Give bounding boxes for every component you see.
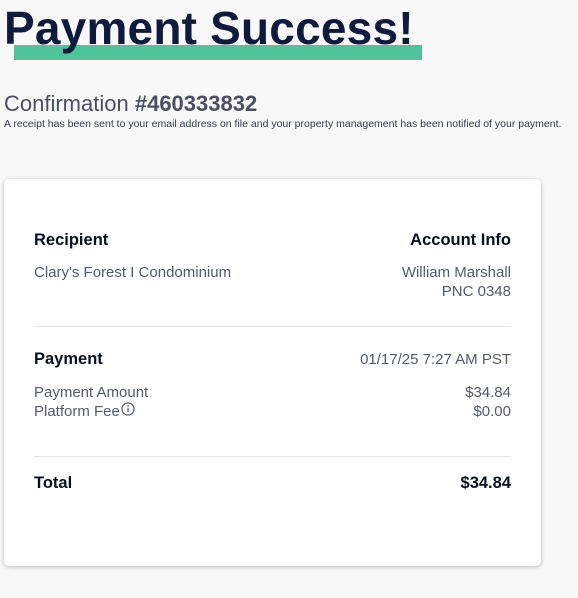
account-number: PNC 0348 <box>441 283 511 300</box>
page-title: Payment Success! <box>4 2 414 54</box>
total-value: $34.84 <box>460 474 511 492</box>
recipient-name: Clary's Forest I Condominium <box>34 264 232 281</box>
account-info-heading: Account Info <box>410 231 511 249</box>
payment-amount-label: Payment Amount <box>34 384 149 401</box>
confirmation-number: #460333832 <box>134 91 258 116</box>
account-details: William Marshall PNC 0348 <box>402 263 511 301</box>
receipt-note: A receipt has been sent to your email ad… <box>4 118 562 130</box>
recipient-heading: Recipient <box>34 231 109 249</box>
info-icon[interactable] <box>121 402 135 421</box>
platform-fee-row: Platform Fee $0.00 <box>34 402 511 421</box>
recipient-header-row: Recipient Account Info <box>34 231 511 250</box>
account-name: William Marshall <box>401 264 511 281</box>
platform-fee-label: Platform Fee <box>34 403 120 420</box>
title-wrap: Payment Success! <box>4 0 422 60</box>
confirmation-line: Confirmation #460333832 <box>4 91 257 117</box>
total-row: Total $34.84 <box>34 474 511 493</box>
platform-fee-value: $0.00 <box>473 403 511 420</box>
payment-header-row: Payment 01/17/25 7:27 AM PST <box>34 350 511 369</box>
divider-1 <box>34 326 511 327</box>
payment-success-page: Payment Success! Confirmation #460333832… <box>0 0 578 598</box>
payment-summary-card: Recipient Account Info Clary's Forest I … <box>4 179 541 566</box>
platform-fee-label-wrap: Platform Fee <box>34 402 135 421</box>
recipient-details-row: Clary's Forest I Condominium William Mar… <box>34 263 511 301</box>
confirmation-label: Confirmation <box>4 91 129 116</box>
payment-datetime: 01/17/25 7:27 AM PST <box>360 351 511 368</box>
total-label: Total <box>34 474 73 492</box>
payment-heading: Payment <box>34 350 103 368</box>
payment-amount-row: Payment Amount $34.84 <box>34 383 511 402</box>
payment-amount-value: $34.84 <box>465 384 511 401</box>
divider-2 <box>34 456 511 457</box>
